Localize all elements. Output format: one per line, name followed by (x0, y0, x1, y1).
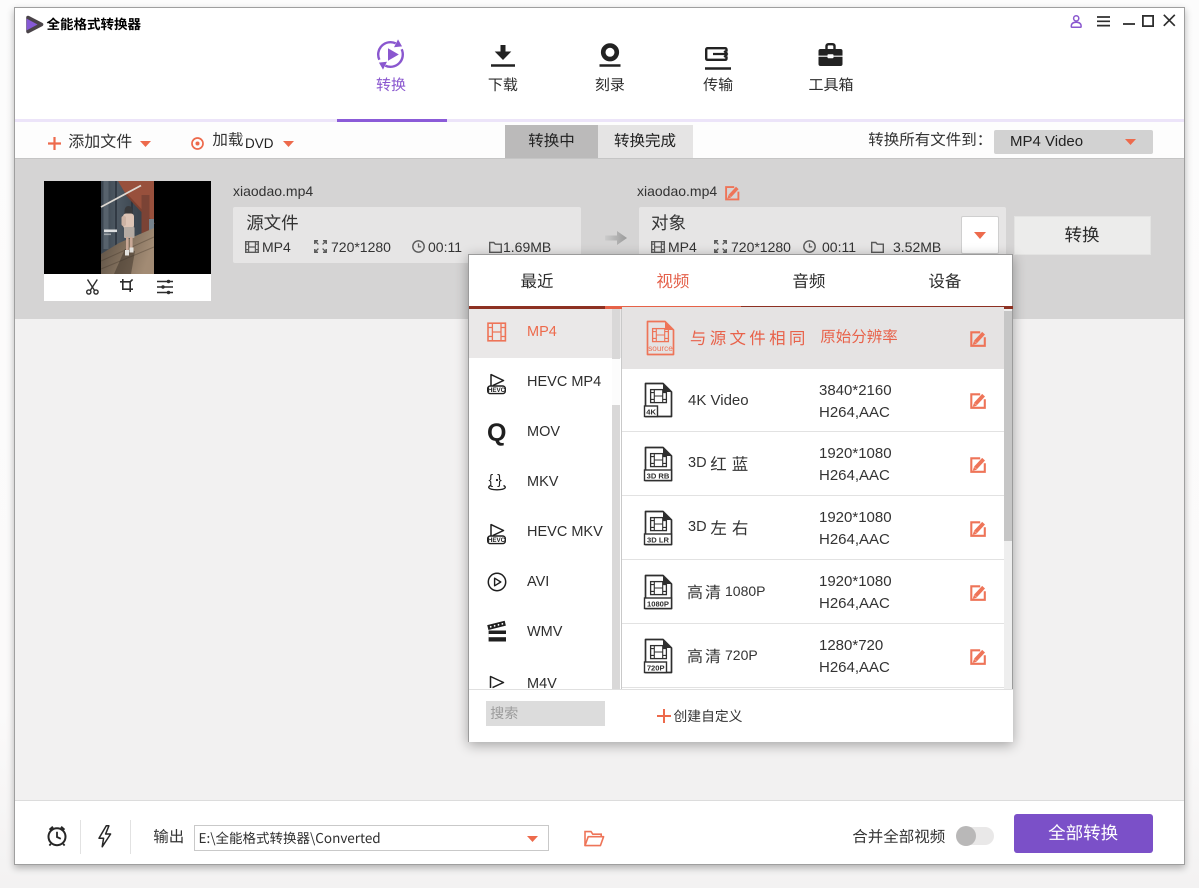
svg-text:Q: Q (487, 419, 506, 447)
svg-text:720P: 720P (647, 663, 665, 672)
svg-text:HEVC: HEVC (488, 537, 506, 544)
svg-text:4K: 4K (646, 407, 656, 416)
svg-text:source: source (648, 344, 673, 353)
svg-text:{ }: { } (489, 471, 503, 487)
svg-text:1080P: 1080P (647, 599, 669, 608)
svg-text:3D RB: 3D RB (647, 471, 670, 480)
svg-text:3D LR: 3D LR (647, 535, 669, 544)
svg-text:HEVC: HEVC (488, 387, 506, 394)
